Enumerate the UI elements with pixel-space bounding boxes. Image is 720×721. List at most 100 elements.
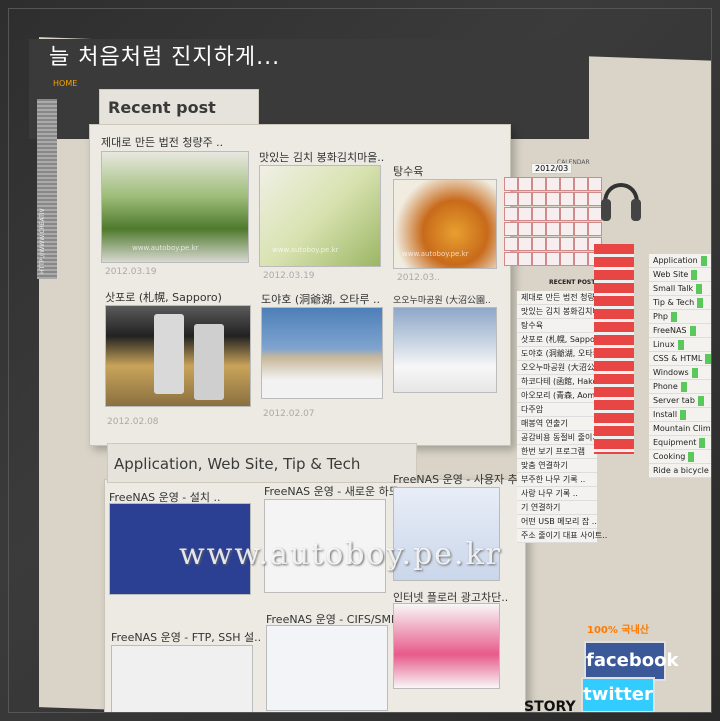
sidebar-post-item[interactable]: 제대로 만든 법전 청량주 .. <box>517 291 610 305</box>
calendar-day-cell[interactable] <box>574 222 588 236</box>
thumbnail-sapporo[interactable] <box>105 305 251 407</box>
thumbnail-freenas-cifs[interactable] <box>266 625 388 711</box>
calendar-grid[interactable] <box>504 159 604 269</box>
post-date: 2012.03.. <box>397 273 440 283</box>
category-item[interactable]: Install <box>649 408 711 422</box>
post-title[interactable]: 도야호 (洞爺湖, 오타루 .. <box>261 291 380 307</box>
calendar-day-cell[interactable] <box>504 252 518 266</box>
category-item[interactable]: Cooking <box>649 450 711 464</box>
calendar-day-cell[interactable] <box>546 252 560 266</box>
category-item[interactable]: FreeNAS <box>649 324 711 338</box>
home-link[interactable]: HOME <box>53 79 77 88</box>
calendar-day-cell[interactable] <box>518 192 532 206</box>
post-title[interactable]: 탕수육 <box>393 163 423 179</box>
calendar-day-cell[interactable] <box>504 237 518 251</box>
category-item[interactable]: Small Talk <box>649 282 711 296</box>
post-title[interactable]: 오오누마공원 (大沼公園.. <box>393 293 491 306</box>
category-label: Application <box>653 256 698 265</box>
category-count-badge <box>697 395 704 406</box>
calendar-day-cell[interactable] <box>574 207 588 221</box>
thumbnail-kimchi[interactable]: www.autoboy.pe.kr <box>259 165 381 267</box>
category-item[interactable]: Linux <box>649 338 711 352</box>
thumbnail-adblock[interactable] <box>393 603 500 689</box>
sidebar-post-item[interactable]: 기 연결하기 <box>517 501 597 515</box>
calendar-day-cell[interactable] <box>518 237 532 251</box>
twitter-button[interactable]: twitter <box>581 677 655 712</box>
sidebar-post-item[interactable]: 도야호 (洞爺湖, 오타루 (.. <box>517 347 611 361</box>
calendar-day-cell[interactable] <box>504 177 518 191</box>
category-item[interactable]: Ride a bicycle <box>649 464 711 478</box>
calendar-day-cell[interactable] <box>532 222 546 236</box>
calendar-day-cell[interactable] <box>518 207 532 221</box>
sidebar-post-item[interactable]: 맞춤 연결하기 <box>517 459 597 473</box>
calendar-day-cell[interactable] <box>574 192 588 206</box>
site-title[interactable]: 늘 처음처럼 진지하게... <box>49 39 280 71</box>
post-title[interactable]: FreeNAS 운영 - FTP, SSH 설.. <box>111 629 261 645</box>
post-title[interactable]: FreeNAS 운영 - 새로운 하드.. <box>264 483 406 499</box>
category-item[interactable]: Tip & Tech <box>649 296 711 310</box>
category-item[interactable]: Equipment <box>649 436 711 450</box>
sidebar-post-item[interactable]: 공감비용 동절비 줄이기 <box>517 431 600 445</box>
post-title[interactable]: 삿포로 (札幌, Sapporo) <box>105 289 222 305</box>
sidebar-post-item[interactable]: 한번 보기 프로그램 <box>517 445 597 459</box>
category-item[interactable]: Application <box>649 254 711 268</box>
thumbnail-soju[interactable]: www.autoboy.pe.kr <box>101 151 249 263</box>
sidebar-post-item[interactable]: 하코다테 (函館, Hakodate) <box>517 375 619 389</box>
sidebar-post-item[interactable]: 사랑 나무 기록 .. <box>517 487 597 501</box>
calendar-day-cell[interactable] <box>574 177 588 191</box>
sidebar-post-item[interactable]: 탕수육 <box>517 319 597 333</box>
calendar-day-cell[interactable] <box>574 237 588 251</box>
calendar-day-cell[interactable] <box>504 222 518 236</box>
calendar-day-cell[interactable] <box>546 177 560 191</box>
calendar-day-cell[interactable] <box>560 237 574 251</box>
calendar-day-cell[interactable] <box>504 207 518 221</box>
category-item[interactable]: Mountain Climbing <box>649 422 711 436</box>
post-date: 2012.03.19 <box>105 267 157 277</box>
calendar-day-cell[interactable] <box>560 252 574 266</box>
calendar-day-cell[interactable] <box>546 207 560 221</box>
category-label: Server tab <box>653 396 695 405</box>
sidebar-post-item[interactable]: 어떤 USB 메모리 잡 .. <box>517 515 597 529</box>
calendar-day-cell[interactable] <box>532 192 546 206</box>
category-item[interactable]: Server tab <box>649 394 711 408</box>
calendar-day-cell[interactable] <box>532 177 546 191</box>
category-item[interactable]: Phone <box>649 380 711 394</box>
calendar-day-cell[interactable] <box>532 237 546 251</box>
category-item[interactable]: Windows <box>649 366 711 380</box>
sidebar-post-item[interactable]: 오오누마공원 (大沼公園.. <box>517 361 608 375</box>
calendar-day-cell[interactable] <box>532 252 546 266</box>
calendar-day-cell[interactable] <box>560 207 574 221</box>
calendar-day-cell[interactable] <box>518 177 532 191</box>
post-title[interactable]: 제대로 만든 법전 청량주 .. <box>101 134 223 150</box>
sidebar-post-item[interactable]: 다주암 <box>517 403 597 417</box>
calendar-day-cell[interactable] <box>504 192 518 206</box>
sidebar-post-item[interactable]: 매봉역 연출기 <box>517 417 597 431</box>
calendar-day-cell[interactable] <box>546 222 560 236</box>
thumbnail-onuma[interactable] <box>393 307 497 393</box>
thumbnail-tangsuyuk[interactable]: www.autoboy.pe.kr <box>393 179 497 269</box>
tistory-logo[interactable]: STORY <box>524 699 576 712</box>
calendar-day-cell[interactable] <box>546 237 560 251</box>
facebook-button[interactable]: facebook <box>584 641 678 681</box>
post-title[interactable]: 맛있는 김치 봉화김치마을.. <box>259 149 384 165</box>
calendar-day-cell[interactable] <box>560 192 574 206</box>
calendar-day-cell[interactable] <box>574 252 588 266</box>
post-title[interactable]: FreeNAS 운영 - 사용자 추가.. <box>393 471 535 487</box>
category-item[interactable]: Web Site <box>649 268 711 282</box>
thumbnail-toyako[interactable] <box>261 307 383 399</box>
sidebar-post-item[interactable]: 삿포로 (札幌, Sapporo) <box>517 333 606 347</box>
post-date: 2012.02.07 <box>263 409 315 419</box>
calendar-day-cell[interactable] <box>518 252 532 266</box>
calendar-day-cell[interactable] <box>560 177 574 191</box>
category-item[interactable]: CSS & HTML <box>649 352 711 366</box>
sidebar-post-item[interactable]: 아오모리 (青森, Aomori) <box>517 389 609 403</box>
calendar-day-cell[interactable] <box>532 207 546 221</box>
calendar-day-cell[interactable] <box>518 222 532 236</box>
calendar-day-cell[interactable] <box>560 222 574 236</box>
thumbnail-freenas-ftp[interactable] <box>111 645 253 712</box>
calendar-day-cell[interactable] <box>546 192 560 206</box>
category-item[interactable]: Php <box>649 310 711 324</box>
sidebar-post-item[interactable]: 부주한 나무 기록 .. <box>517 473 597 487</box>
sidebar-post-item[interactable]: 맛있는 김치 봉화김치마을 .. <box>517 305 615 319</box>
sidebar-post-item[interactable]: 주소 줄이기 대표 사이트.. <box>517 529 607 543</box>
